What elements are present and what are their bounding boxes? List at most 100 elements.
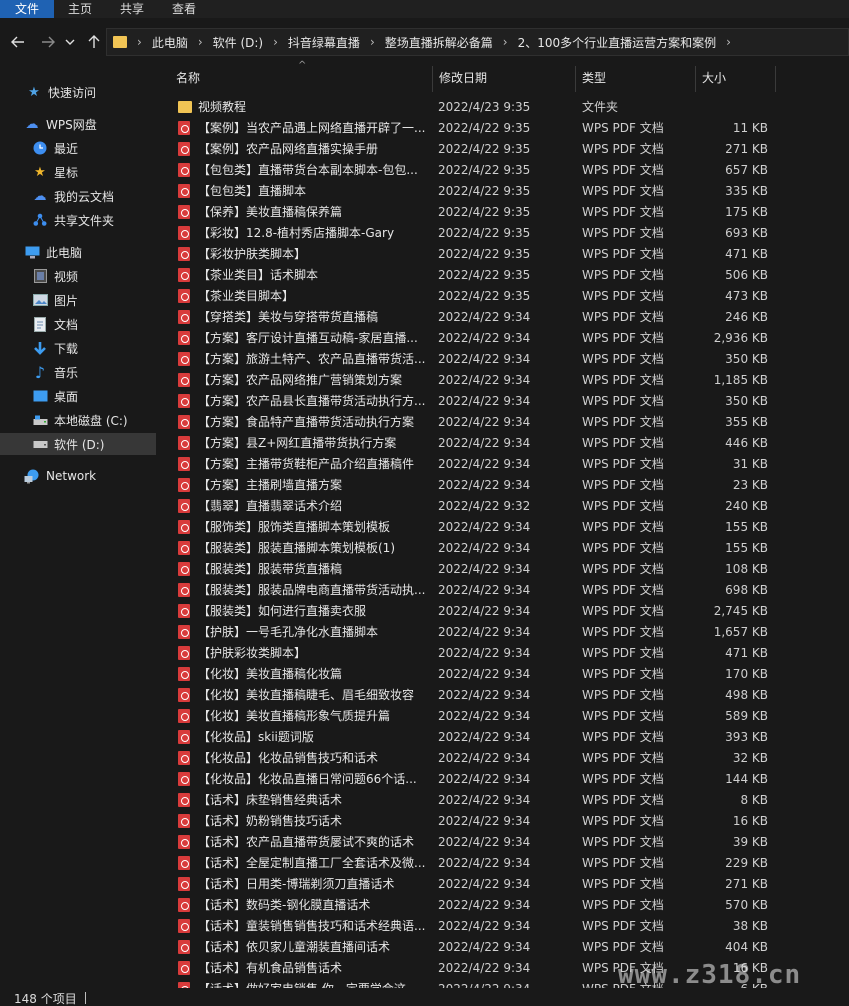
sidebar-item-downloads[interactable]: 下载 — [0, 337, 156, 359]
sidebar-item-pictures[interactable]: 图片 — [0, 289, 156, 311]
back-button[interactable] — [8, 32, 28, 52]
file-row[interactable]: 【护肤】一号毛孔净化水直播脚本 2022/4/22 9:34 WPS PDF 文档 1… — [158, 622, 849, 643]
file-row[interactable]: 【翡翠】直播翡翠话术介绍 2022/4/22 9:32 WPS PDF 文档 240 … — [158, 496, 849, 517]
pdf-file-icon — [178, 226, 190, 240]
file-type: WPS PDF 文档 — [582, 478, 664, 492]
sidebar-item-videos[interactable]: 视频 — [0, 265, 156, 287]
file-type: WPS PDF 文档 — [582, 835, 664, 849]
tab-home[interactable]: 主页 — [54, 0, 106, 18]
file-row[interactable]: 【化妆品】skii题词版 2022/4/22 9:34 WPS PDF 文档 393 … — [158, 727, 849, 748]
sidebar-item-drive-d[interactable]: 软件 (D:) — [0, 433, 156, 455]
sidebar-item-quick-access[interactable]: ★ 快速访问 — [0, 81, 156, 103]
file-row[interactable]: 【话术】数码类-钢化膜直播话术 2022/4/22 9:34 WPS PDF 文档 5… — [158, 895, 849, 916]
file-row[interactable]: 【包包类】直播脚本 2022/4/22 9:35 WPS PDF 文档 335 KB — [158, 181, 849, 202]
file-row[interactable]: 【茶业类目脚本】 2022/4/22 9:35 WPS PDF 文档 473 KB — [158, 286, 849, 307]
breadcrumb-this-pc[interactable]: 此电脑 — [152, 34, 188, 51]
file-row[interactable]: 【方案】农产品县长直播带货活动执行方... 2022/4/22 9:34 WPS P… — [158, 391, 849, 412]
file-size: 471 KB — [725, 646, 768, 660]
column-header-date[interactable]: 修改日期 — [433, 66, 575, 92]
file-row[interactable]: 【穿搭类】美妆与穿搭带货直播稿 2022/4/22 9:34 WPS PDF 文档 2… — [158, 307, 849, 328]
up-button[interactable] — [84, 32, 104, 52]
sidebar-item-my-cloud-docs[interactable]: ☁ 我的云文档 — [0, 185, 156, 207]
breadcrumb-drive-d[interactable]: 软件 (D:) — [213, 34, 263, 51]
modified-date: 2022/4/22 9:34 — [438, 394, 531, 408]
file-row[interactable]: 【化妆】美妆直播稿化妆篇 2022/4/22 9:34 WPS PDF 文档 170 … — [158, 664, 849, 685]
file-row[interactable]: 【方案】主播刷墙直播方案 2022/4/22 9:34 WPS PDF 文档 23 K… — [158, 475, 849, 496]
computer-icon — [24, 244, 40, 260]
file-row[interactable]: 【服装类】服装品牌电商直播带货活动执... 2022/4/22 9:34 WPS P… — [158, 580, 849, 601]
sidebar-item-drive-c[interactable]: 本地磁盘 (C:) — [0, 409, 156, 431]
file-row[interactable]: 【话术】奶粉销售技巧话术 2022/4/22 9:34 WPS PDF 文档 16 K… — [158, 811, 849, 832]
file-row[interactable]: 【方案】旅游土特产、农产品直播带货活... 2022/4/22 9:34 WPS P… — [158, 349, 849, 370]
sidebar-item-shared-folder[interactable]: 共享文件夹 — [0, 209, 156, 231]
folder-row[interactable]: 视频教程 2022/4/23 9:35 文件夹 — [158, 97, 849, 118]
file-size: 271 KB — [725, 142, 768, 156]
column-header-size[interactable]: 大小 — [696, 66, 776, 92]
file-row[interactable]: 【服饰类】服饰类直播脚本策划模板 2022/4/22 9:34 WPS PDF 文档… — [158, 517, 849, 538]
file-row[interactable]: 【服装类】如何进行直播卖衣服 2022/4/22 9:34 WPS PDF 文档 2,… — [158, 601, 849, 622]
tab-share[interactable]: 共享 — [106, 0, 158, 18]
pdf-file-icon — [178, 415, 190, 429]
file-row[interactable]: 【彩妆护肤类脚本】 2022/4/22 9:35 WPS PDF 文档 471 KB — [158, 244, 849, 265]
file-row[interactable]: 【案例】农产品网络直播实操手册 2022/4/22 9:35 WPS PDF 文档 2… — [158, 139, 849, 160]
sidebar-item-recent[interactable]: 最近 — [0, 137, 156, 159]
sidebar-item-network[interactable]: Network — [0, 465, 156, 487]
sidebar-item-starred[interactable]: ★ 星标 — [0, 161, 156, 183]
file-name: 【彩妆】12.8-植村秀店播脚本-Gary — [198, 226, 395, 240]
chevron-right-icon: › — [369, 35, 375, 49]
column-header-name[interactable]: 名称 — [170, 66, 434, 92]
file-size: 8 KB — [740, 793, 768, 807]
file-row[interactable]: 【化妆品】化妆品直播日常问题66个话... 2022/4/22 9:34 WPS P… — [158, 769, 849, 790]
forward-button[interactable] — [38, 32, 58, 52]
tab-file[interactable]: 文件 — [0, 0, 55, 18]
pdf-file-icon — [178, 583, 190, 597]
file-row[interactable]: 【方案】主播带货鞋柜产品介绍直播稿件 2022/4/22 9:34 WPS PDF … — [158, 454, 849, 475]
sidebar-item-documents[interactable]: 文档 — [0, 313, 156, 335]
sidebar-item-music[interactable]: ♪ 音乐 — [0, 361, 156, 383]
column-divider[interactable] — [775, 66, 776, 92]
file-type: WPS PDF 文档 — [582, 352, 664, 366]
address-bar[interactable]: › 此电脑 › 软件 (D:) › 抖音绿幕直播 › 整场直播拆解必备篇 › 2… — [106, 28, 849, 56]
breadcrumb-folder-1[interactable]: 抖音绿幕直播 — [288, 34, 360, 51]
file-row[interactable]: 【服装类】服装带货直播稿 2022/4/22 9:34 WPS PDF 文档 108 … — [158, 559, 849, 580]
file-row[interactable]: 【化妆】美妆直播稿形象气质提升篇 2022/4/22 9:34 WPS PDF 文档… — [158, 706, 849, 727]
file-type: WPS PDF 文档 — [582, 289, 664, 303]
breadcrumb-folder-3[interactable]: 2、100多个行业直播运营方案和案例 — [518, 34, 717, 51]
pdf-file-icon — [178, 331, 190, 345]
pdf-file-icon — [178, 310, 190, 324]
file-row[interactable]: 【话术】床垫销售经典话术 2022/4/22 9:34 WPS PDF 文档 8 KB — [158, 790, 849, 811]
file-row[interactable]: 【包包类】直播带货台本副本脚本-包包... 2022/4/22 9:35 WPS P… — [158, 160, 849, 181]
file-row[interactable]: 【话术】全屋定制直播工厂全套话术及微... 2022/4/22 9:34 WPS P… — [158, 853, 849, 874]
chevron-right-icon[interactable]: › — [726, 35, 731, 49]
file-row[interactable]: 【护肤彩妆类脚本】 2022/4/22 9:34 WPS PDF 文档 471 KB — [158, 643, 849, 664]
file-size: 240 KB — [725, 499, 768, 513]
file-row[interactable]: 【案例】当农产品遇上网络直播开辟了一... 2022/4/22 9:35 WPS P… — [158, 118, 849, 139]
file-row[interactable]: 【保养】美妆直播稿保养篇 2022/4/22 9:35 WPS PDF 文档 175 … — [158, 202, 849, 223]
file-row[interactable]: 【话术】日用类-博瑞剃须刀直播话术 2022/4/22 9:34 WPS PDF 文… — [158, 874, 849, 895]
tab-view[interactable]: 查看 — [158, 0, 210, 18]
breadcrumb-folder-2[interactable]: 整场直播拆解必备篇 — [385, 34, 493, 51]
file-row[interactable]: 【茶业类目】话术脚本 2022/4/22 9:35 WPS PDF 文档 506 KB — [158, 265, 849, 286]
file-row[interactable]: 【方案】食品特产直播带货活动执行方案 2022/4/22 9:34 WPS PDF … — [158, 412, 849, 433]
sidebar-item-this-pc[interactable]: 此电脑 — [0, 241, 156, 263]
column-header-type[interactable]: 类型 — [576, 66, 695, 92]
file-row[interactable]: 【化妆品】化妆品销售技巧和话术 2022/4/22 9:34 WPS PDF 文档 3… — [158, 748, 849, 769]
file-row[interactable]: 【话术】童装销售销售技巧和话术经典语... 2022/4/22 9:34 WPS P… — [158, 916, 849, 937]
file-row[interactable]: 【方案】客厅设计直播互动稿-家居直播... 2022/4/22 9:34 WPS P… — [158, 328, 849, 349]
file-row[interactable]: 【话术】农产品直播带货屡试不爽的话术 2022/4/22 9:34 WPS PDF … — [158, 832, 849, 853]
file-row[interactable]: 【化妆】美妆直播稿睫毛、眉毛细致妆容 2022/4/22 9:34 WPS PDF … — [158, 685, 849, 706]
file-size: 589 KB — [725, 709, 768, 723]
file-row[interactable]: 【方案】县Z+网红直播带货执行方案 2022/4/22 9:34 WPS PDF 文… — [158, 433, 849, 454]
file-row[interactable]: 【彩妆】12.8-植村秀店播脚本-Gary 2022/4/22 9:35 WPS P… — [158, 223, 849, 244]
file-name: 【服装类】如何进行直播卖衣服 — [198, 604, 367, 618]
modified-date: 2022/4/22 9:34 — [438, 751, 531, 765]
file-row[interactable]: 【方案】农产品网络推广营销策划方案 2022/4/22 9:34 WPS PDF 文… — [158, 370, 849, 391]
recent-locations-button[interactable] — [62, 32, 78, 52]
file-row[interactable]: 【服装类】服装直播脚本策划模板(1) 2022/4/22 9:34 WPS PDF … — [158, 538, 849, 559]
file-name: 【化妆品】化妆品销售技巧和话术 — [198, 751, 379, 765]
sidebar-item-desktop[interactable]: 桌面 — [0, 385, 156, 407]
picture-icon — [32, 292, 48, 308]
item-count: 148 个项目 — [14, 992, 77, 1006]
file-row[interactable]: 【话术】依贝家儿童潮装直播间话术 2022/4/22 9:34 WPS PDF 文档… — [158, 937, 849, 958]
sidebar-item-wps-cloud[interactable]: ☁ WPS网盘 — [0, 113, 156, 135]
